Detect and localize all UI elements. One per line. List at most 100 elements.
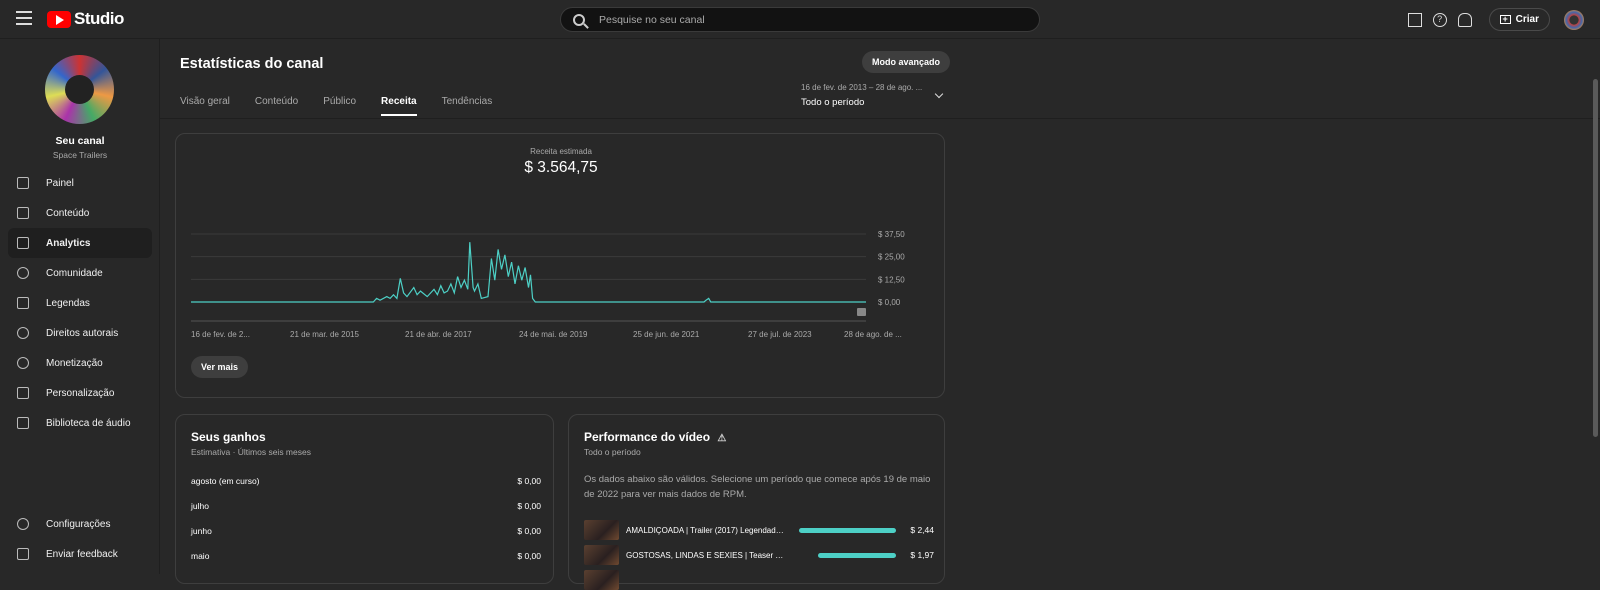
tab-receita[interactable]: Receita <box>381 96 417 116</box>
sidebar-item-comunidade[interactable]: Comunidade <box>8 258 152 288</box>
earnings-subtitle: Estimativa · Últimos seis meses <box>191 447 311 457</box>
sidebar-item-analytics[interactable]: Analytics <box>8 228 152 258</box>
earnings-value: $ 0,00 <box>517 476 541 486</box>
earnings-month: maio <box>191 551 210 561</box>
subtitles-icon <box>17 297 29 309</box>
account-avatar[interactable] <box>1564 9 1584 30</box>
sidebar: Seu canal Space Trailers Painel Conteúdo… <box>0 39 160 574</box>
dashboard-icon <box>17 177 29 189</box>
analytics-tabs: Visão geral Conteúdo Público Receita Ten… <box>180 96 517 116</box>
y-tick-label: $ 25,00 <box>878 253 905 262</box>
tab-tendencias[interactable]: Tendências <box>442 96 493 116</box>
analytics-icon <box>17 237 29 249</box>
sidebar-item-enviar-feedback[interactable]: Enviar feedback <box>8 539 152 569</box>
menu-icon[interactable] <box>16 11 32 25</box>
search-icon[interactable] <box>573 13 585 26</box>
video-rpm-bar <box>818 552 896 558</box>
sidebar-item-label: Biblioteca de áudio <box>46 417 131 429</box>
magic-wand-icon <box>17 387 29 399</box>
sidebar-item-label: Monetização <box>46 357 103 369</box>
channel-avatar[interactable] <box>45 55 114 124</box>
sidebar-item-monetizacao[interactable]: Monetização <box>8 348 152 378</box>
sidebar-item-label: Enviar feedback <box>46 548 118 560</box>
earnings-title: Seus ganhos <box>191 430 266 444</box>
revenue-series-line <box>191 242 866 303</box>
y-tick-label: $ 12,50 <box>878 275 905 284</box>
sidebar-item-label: Comunidade <box>46 267 103 279</box>
sidebar-item-direitos-autorais[interactable]: Direitos autorais <box>8 318 152 348</box>
tab-visao-geral[interactable]: Visão geral <box>180 96 230 116</box>
earnings-row: junho $ 0,00 <box>191 526 541 536</box>
search-input[interactable] <box>599 13 999 26</box>
sidebar-item-label: Personalização <box>46 387 115 399</box>
earnings-month: agosto (em curso) <box>191 476 260 486</box>
warning-icon[interactable]: ⚠ <box>717 433 726 444</box>
search-bar[interactable] <box>560 7 1040 32</box>
content-icon <box>17 207 29 219</box>
video-add-icon: + <box>1499 15 1511 24</box>
x-tick-label: 27 de jul. de 2023 <box>748 330 812 339</box>
video-row[interactable]: AMALDIÇOADA | Trailer (2017) Legendado H… <box>584 520 934 540</box>
captions-icon[interactable] <box>1407 12 1422 27</box>
earnings-row: agosto (em curso) $ 0,00 <box>191 476 541 486</box>
video-thumbnail[interactable] <box>584 570 619 590</box>
sidebar-item-label: Analytics <box>46 237 91 249</box>
tab-conteudo[interactable]: Conteúdo <box>255 96 298 116</box>
earnings-row: julho $ 0,00 <box>191 501 541 511</box>
performance-subtitle: Todo o período <box>584 447 641 457</box>
see-more-button[interactable]: Ver mais <box>191 356 249 378</box>
help-icon[interactable]: ? <box>1432 12 1447 27</box>
sidebar-item-label: Painel <box>46 177 74 189</box>
y-tick-label: $ 37,50 <box>878 230 905 239</box>
x-tick-label: 21 de abr. de 2017 <box>405 330 472 339</box>
sidebar-item-configuracoes[interactable]: Configurações <box>8 509 152 539</box>
scrollbar[interactable] <box>1593 79 1598 437</box>
performance-title-text: Performance do vídeo <box>584 430 711 444</box>
bell-icon[interactable] <box>1457 12 1472 27</box>
x-tick-label: 16 de fev. de 2... <box>191 330 250 339</box>
x-tick-label: 24 de mai. de 2019 <box>519 330 588 339</box>
performance-title: Performance do vídeo ⚠ <box>584 430 726 444</box>
channel-handle: Space Trailers <box>52 150 108 160</box>
earnings-value: $ 0,00 <box>517 551 541 561</box>
performance-note: Os dados abaixo são válidos. Selecione u… <box>584 474 931 500</box>
x-tick-label: 28 de ago. de ... <box>844 330 902 339</box>
studio-logo[interactable]: Studio <box>47 9 124 29</box>
y-tick-label: $ 0,00 <box>878 298 901 307</box>
video-title[interactable]: GOSTOSAS, LINDAS E SEXIES | Teaser Trail… <box>626 551 786 560</box>
sidebar-item-label: Direitos autorais <box>46 327 119 339</box>
channel-name: Seu canal <box>55 135 105 147</box>
video-title[interactable]: AMALDIÇOADA | Trailer (2017) Legendado H… <box>626 526 786 535</box>
video-thumbnail[interactable] <box>584 545 619 565</box>
audio-library-icon <box>17 417 29 429</box>
chart-annotation-icon[interactable] <box>857 308 866 316</box>
period-label: Todo o período <box>801 97 865 108</box>
create-label: Criar <box>1515 14 1539 25</box>
sidebar-item-painel[interactable]: Painel <box>8 168 152 198</box>
period-selector[interactable]: 16 de fev. de 2013 – 28 de ago. ... Todo… <box>801 83 941 108</box>
video-row[interactable]: GOSTOSAS, LINDAS E SEXIES | Teaser Trail… <box>584 545 934 565</box>
revenue-card: Receita estimada $ 3.564,75 $ 37,50 $ 25,… <box>175 133 945 398</box>
create-button[interactable]: + Criar <box>1488 8 1550 31</box>
sidebar-item-label: Conteúdo <box>46 207 90 219</box>
sidebar-item-conteudo[interactable]: Conteúdo <box>8 198 152 228</box>
video-thumbnail[interactable] <box>584 520 619 540</box>
sidebar-item-personalizacao[interactable]: Personalização <box>8 378 152 408</box>
period-range: 16 de fev. de 2013 – 28 de ago. ... <box>801 83 923 92</box>
earnings-value: $ 0,00 <box>517 526 541 536</box>
earnings-month: junho <box>191 526 212 536</box>
earnings-month: julho <box>191 501 209 511</box>
advanced-mode-button[interactable]: Modo avançado <box>862 51 951 73</box>
tab-publico[interactable]: Público <box>323 96 356 116</box>
sidebar-item-legendas[interactable]: Legendas <box>8 288 152 318</box>
revenue-chart[interactable]: $ 37,50 $ 25,00 $ 12,50 $ 0,00 16 de fev. de… <box>176 134 946 349</box>
video-row[interactable] <box>584 570 934 590</box>
earnings-card: Seus ganhos Estimativa · Últimos seis me… <box>175 414 554 584</box>
sidebar-item-biblioteca-de-audio[interactable]: Biblioteca de áudio <box>8 408 152 438</box>
video-rpm-bar <box>799 527 896 533</box>
youtube-logo-icon <box>47 10 71 28</box>
video-rpm-value: $ 1,97 <box>910 550 934 560</box>
x-tick-label: 21 de mar. de 2015 <box>290 330 359 339</box>
sidebar-nav: Painel Conteúdo Analytics Comunidade Leg… <box>8 168 152 438</box>
x-tick-label: 25 de jun. de 2021 <box>633 330 700 339</box>
